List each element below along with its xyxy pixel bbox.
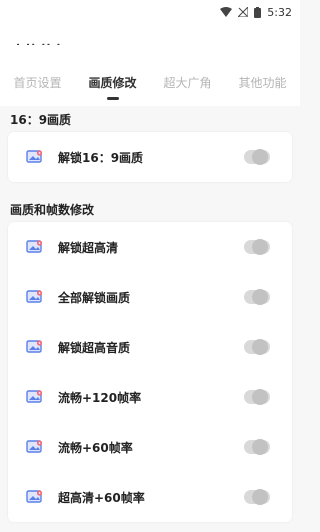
battery-icon — [254, 6, 262, 18]
image-settings-icon — [26, 390, 43, 403]
toggle-switch[interactable] — [244, 289, 270, 305]
app-header: · ·· ·· · — [0, 24, 300, 64]
status-time: 5:32 — [267, 5, 292, 19]
setting-row[interactable]: 全部解锁画质 — [8, 272, 292, 322]
status-bar: 5:32 — [0, 0, 300, 24]
image-settings-icon — [26, 340, 43, 353]
tab-home-settings[interactable]: 首页设置 — [0, 64, 75, 106]
toggle-knob — [252, 489, 268, 505]
no-signal-icon — [238, 7, 249, 17]
toggle-switch[interactable] — [244, 439, 270, 455]
setting-label: 解锁超高音质 — [58, 340, 131, 355]
tab-label: 超大广角 — [163, 76, 212, 90]
wifi-icon — [220, 7, 233, 17]
setting-row[interactable]: 流畅+120帧率 — [8, 372, 292, 422]
tab-quality-modify[interactable]: 画质修改 — [75, 64, 150, 106]
toggle-knob — [252, 149, 268, 165]
toggle-knob — [252, 389, 268, 405]
tab-other-functions[interactable]: 其他功能 — [225, 64, 300, 106]
setting-row[interactable]: 解锁16：9画质 — [8, 132, 292, 182]
app-title: · ·· ·· · — [16, 40, 62, 49]
toggle-switch[interactable] — [244, 489, 270, 505]
image-settings-icon — [26, 240, 43, 253]
tab-label: 首页设置 — [13, 76, 62, 90]
section-title-aspect: 16：9画质 — [10, 113, 72, 127]
image-settings-icon — [26, 440, 43, 453]
toggle-knob — [252, 289, 268, 305]
setting-row[interactable]: 流畅+60帧率 — [8, 422, 292, 472]
card-quality-fps: 解锁超高清 全部解锁画质 解锁超高音质 流畅+120帧率 流畅+60帧率 超高清… — [8, 222, 292, 522]
toggle-knob — [252, 339, 268, 355]
setting-label: 超高清+60帧率 — [58, 490, 145, 505]
setting-row[interactable]: 解锁超高音质 — [8, 322, 292, 372]
setting-row[interactable]: 超高清+60帧率 — [8, 472, 292, 522]
setting-row[interactable]: 解锁超高清 — [8, 222, 292, 272]
tab-wide-angle[interactable]: 超大广角 — [150, 64, 225, 106]
tab-label: 其他功能 — [238, 76, 287, 90]
tab-bar: 首页设置 画质修改 超大广角 其他功能 — [0, 64, 300, 106]
image-settings-icon — [26, 490, 43, 503]
toggle-switch[interactable] — [244, 149, 270, 165]
toggle-knob — [252, 239, 268, 255]
image-settings-icon — [26, 290, 43, 303]
setting-label: 解锁16：9画质 — [58, 150, 144, 165]
setting-label: 流畅+120帧率 — [58, 390, 142, 405]
section-title-quality-fps: 画质和帧数修改 — [10, 203, 95, 217]
tab-label: 画质修改 — [88, 76, 137, 90]
toggle-switch[interactable] — [244, 389, 270, 405]
toggle-switch[interactable] — [244, 339, 270, 355]
setting-label: 流畅+60帧率 — [58, 440, 133, 455]
setting-label: 解锁超高清 — [58, 240, 119, 255]
setting-label: 全部解锁画质 — [58, 290, 131, 305]
toggle-switch[interactable] — [244, 239, 270, 255]
image-settings-icon — [26, 150, 43, 163]
card-aspect: 解锁16：9画质 — [8, 132, 292, 182]
toggle-knob — [252, 439, 268, 455]
